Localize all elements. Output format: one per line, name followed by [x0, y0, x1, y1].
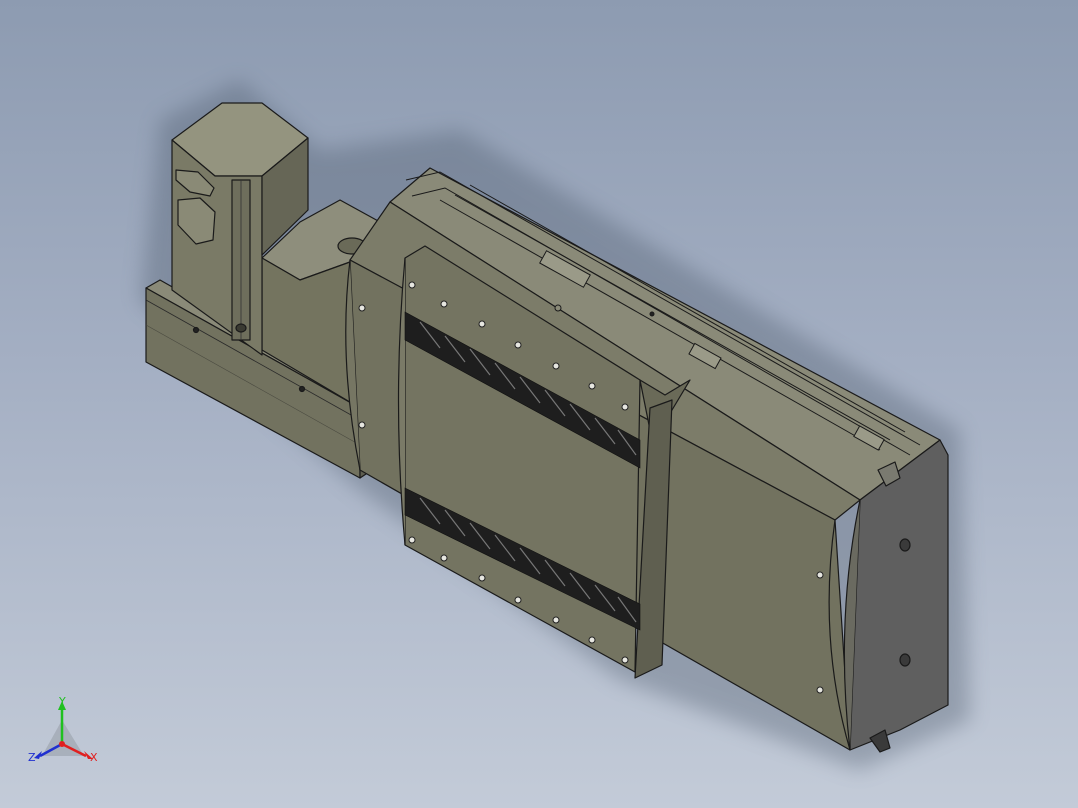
y-axis-label: Y	[59, 695, 66, 708]
cad-model-linear-actuator[interactable]	[0, 0, 1078, 808]
coordinate-triad[interactable]: Y X Z	[22, 692, 112, 772]
x-axis-label: X	[90, 751, 98, 764]
graphics-viewport[interactable]: Y X Z	[0, 0, 1078, 808]
z-axis-label: Z	[28, 751, 36, 764]
triad-origin	[59, 741, 65, 747]
